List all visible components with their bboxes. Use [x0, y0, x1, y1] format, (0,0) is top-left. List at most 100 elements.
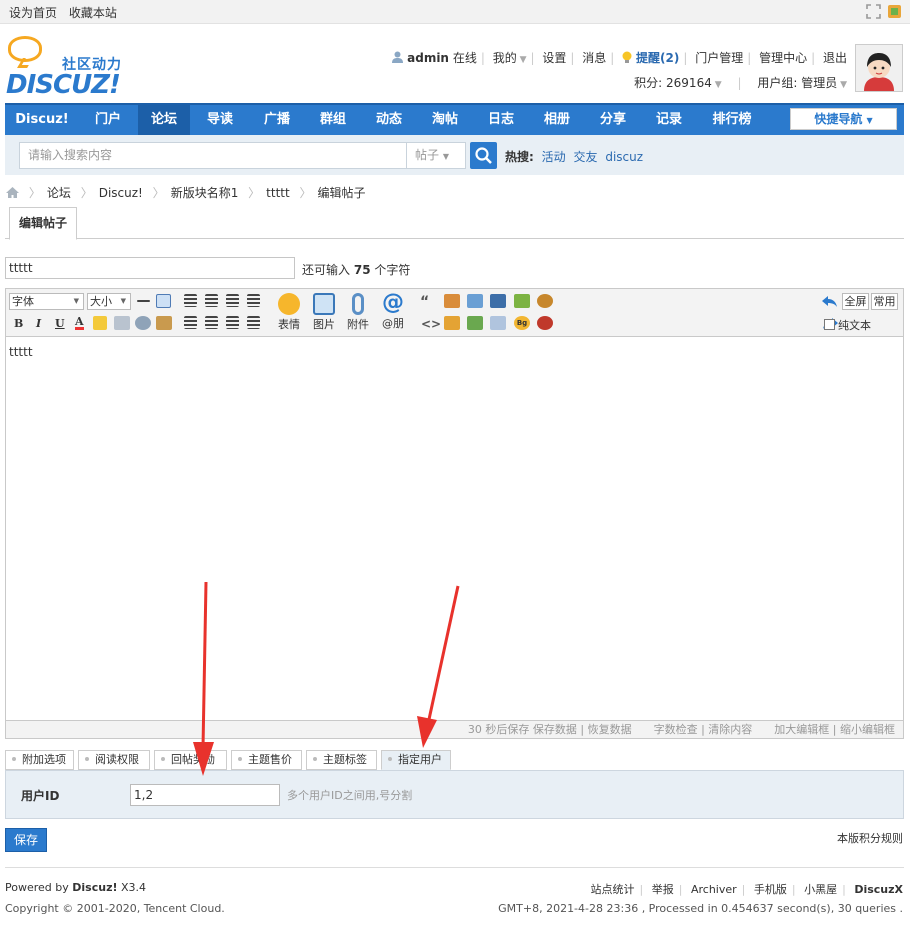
nav-item[interactable]: 日志 [473, 105, 529, 135]
discuz-link[interactable]: Discuz! [72, 881, 117, 894]
nav-item[interactable]: 记录 [641, 105, 697, 135]
fullscreen-button[interactable]: 全屏 [842, 293, 869, 310]
hide-icon[interactable] [444, 294, 460, 308]
remove-format-icon[interactable] [156, 316, 172, 330]
subtab-thread-tags[interactable]: 主题标签 [306, 750, 377, 770]
underline-icon[interactable]: U [55, 317, 65, 330]
tab-edit-post[interactable]: 编辑帖子 [9, 207, 77, 240]
nav-item[interactable]: 动态 [361, 105, 417, 135]
align-center-icon[interactable] [205, 294, 218, 307]
footer-link[interactable]: 举报 [652, 883, 674, 896]
search-button[interactable] [470, 142, 497, 169]
flash-icon[interactable] [537, 294, 553, 308]
nav-item[interactable]: 门户 [81, 105, 135, 135]
editor-body[interactable]: ttttt [5, 337, 904, 721]
plaintext-toggle[interactable]: 纯文本 [824, 317, 871, 333]
align-left-icon[interactable] [184, 294, 197, 307]
align-right-icon[interactable] [226, 294, 239, 307]
nav-item[interactable]: 淘帖 [417, 105, 473, 135]
bookmark-link[interactable]: 收藏本站 [69, 6, 117, 20]
footer-brand-link[interactable]: DiscuzX [854, 883, 903, 896]
undo-icon[interactable] [822, 296, 838, 308]
font-color-icon[interactable]: A [75, 316, 84, 330]
admin-center-link[interactable]: 管理中心 [759, 51, 807, 65]
messages-link[interactable]: 消息 [582, 51, 606, 65]
subtab-reply-reward[interactable]: 回帖奖励 [154, 750, 227, 770]
home-icon[interactable] [6, 187, 19, 198]
plaintext-checkbox[interactable] [824, 319, 835, 330]
usergroup-link[interactable]: 用户组: 管理员 [757, 76, 837, 90]
unordered-list-icon[interactable] [247, 316, 260, 329]
mention-button[interactable]: @ @朋 [378, 290, 408, 331]
subtab-read-permission[interactable]: 阅读权限 [78, 750, 150, 770]
subtab-assign-user[interactable]: 指定用户 [381, 750, 451, 770]
nav-item[interactable]: 分享 [585, 105, 641, 135]
background-icon[interactable]: Bg [514, 316, 530, 330]
site-logo[interactable]: 社区动力 DISCUZ! [6, 32, 136, 100]
credits-link[interactable]: 积分: 269164 [634, 76, 712, 90]
quote-icon[interactable]: “ [420, 295, 432, 309]
search-input[interactable]: 请输入搜索内容 [19, 142, 407, 169]
user-id-input[interactable]: 1,2 [130, 784, 280, 806]
username-link[interactable]: admin [407, 51, 449, 65]
portal-admin-link[interactable]: 门户管理 [695, 51, 743, 65]
index-icon[interactable] [490, 316, 506, 330]
logout-link[interactable]: 退出 [823, 51, 847, 65]
hot-search-link[interactable]: 活动 [542, 150, 566, 164]
highlight-icon[interactable] [93, 316, 107, 330]
common-button[interactable]: 常用 [871, 293, 898, 310]
attachment-button[interactable]: 附件 [343, 293, 373, 332]
float-right-icon[interactable] [205, 316, 218, 329]
search-type-select[interactable]: 帖子 ▼ [407, 142, 466, 169]
subtab-extra-options[interactable]: 附加选项 [5, 750, 74, 770]
quick-nav-button[interactable]: 快捷导航 ▼ [790, 108, 897, 130]
media-icon[interactable] [490, 294, 506, 308]
free-icon[interactable] [467, 294, 483, 308]
reminder-link[interactable]: 提醒(2) [636, 51, 679, 65]
subject-input[interactable]: ttttt [5, 257, 295, 279]
nav-item[interactable]: 排行榜 [697, 105, 767, 135]
nav-item[interactable]: 广播 [249, 105, 305, 135]
lock-icon[interactable] [444, 316, 460, 330]
hot-search-link[interactable]: 交友 [573, 150, 597, 164]
audio-icon[interactable] [514, 294, 530, 308]
footer-link[interactable]: 手机版 [754, 883, 787, 896]
password-icon[interactable] [467, 316, 483, 330]
float-left-icon[interactable] [184, 316, 197, 329]
unlink-icon[interactable] [135, 316, 151, 330]
italic-icon[interactable]: I [36, 317, 41, 330]
footer-link[interactable]: 站点统计 [591, 883, 635, 896]
subtab-thread-price[interactable]: 主题售价 [231, 750, 302, 770]
size-select[interactable]: 大小 ▼ [87, 293, 131, 310]
set-home-link[interactable]: 设为首页 [9, 6, 57, 20]
nav-item[interactable]: 群组 [305, 105, 361, 135]
font-select[interactable]: 字体 ▼ [9, 293, 84, 310]
emoticon-button[interactable]: 表情 [274, 293, 304, 332]
my-menu[interactable]: 我的 [493, 51, 517, 65]
breadcrumb-item[interactable]: 新版块名称1 [171, 186, 239, 200]
code-icon[interactable]: <> [421, 317, 441, 331]
breadcrumb-item[interactable]: Discuz! [99, 186, 143, 200]
save-button[interactable]: 保存 [5, 828, 47, 852]
avatar[interactable] [855, 44, 903, 92]
table-icon[interactable] [156, 294, 171, 308]
nav-item[interactable]: 相册 [529, 105, 585, 135]
ordered-list-icon[interactable] [226, 316, 239, 329]
settings-link[interactable]: 设置 [542, 51, 566, 65]
breadcrumb-item[interactable]: ttttt [266, 186, 290, 200]
footer-link[interactable]: Archiver [691, 883, 737, 896]
hot-search-link[interactable]: discuz [605, 150, 643, 164]
breadcrumb-item[interactable]: 论坛 [47, 186, 71, 200]
style-switch-icon[interactable] [887, 4, 902, 19]
nav-item[interactable]: Discuz! [10, 105, 74, 135]
image-button[interactable]: 图片 [309, 293, 339, 332]
hr-icon[interactable] [137, 300, 150, 302]
align-justify-icon[interactable] [247, 294, 260, 307]
credit-rules-link[interactable]: 本版积分规则 [837, 830, 903, 846]
qq-icon[interactable] [537, 316, 553, 330]
fullscreen-icon[interactable] [866, 4, 881, 19]
nav-item-active[interactable]: 论坛 [138, 105, 190, 135]
nav-item[interactable]: 导读 [193, 105, 247, 135]
online-status[interactable]: 在线 [453, 51, 477, 65]
bold-icon[interactable]: B [14, 317, 23, 330]
